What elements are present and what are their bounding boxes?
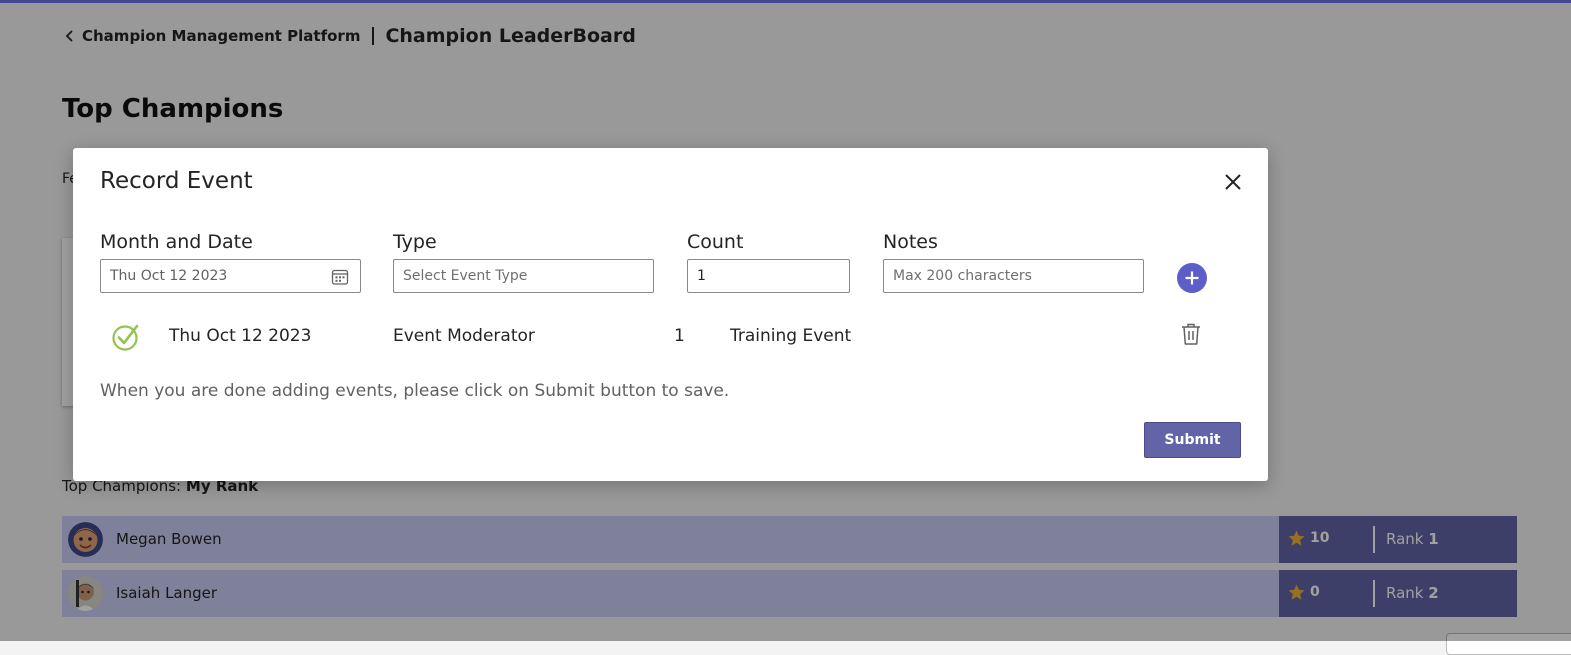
event-type-select[interactable] [393,259,654,293]
count-input[interactable] [687,259,850,293]
notes-input[interactable] [883,259,1144,293]
date-column-label: Month and Date [100,231,253,253]
instruction-text: When you are done adding events, please … [100,381,730,401]
event-type: Event Moderator [393,326,535,346]
close-icon[interactable] [1222,171,1244,193]
add-event-button[interactable] [1177,263,1207,293]
event-count: 1 [674,326,685,346]
count-column-label: Count [687,231,744,253]
notes-column-label: Notes [883,231,938,253]
submit-button[interactable]: Submit [1144,422,1241,458]
calendar-icon[interactable] [331,268,349,286]
plus-icon [1185,271,1199,285]
type-column-label: Type [393,231,437,253]
trash-icon[interactable] [1180,322,1202,346]
event-date: Thu Oct 12 2023 [169,326,312,346]
dialog-title: Record Event [100,168,253,194]
event-notes: Training Event [730,326,852,346]
date-picker-input[interactable] [100,259,361,293]
record-event-dialog: Record Event Month and Date Type Count N… [73,148,1268,481]
check-circle-icon [112,324,139,351]
